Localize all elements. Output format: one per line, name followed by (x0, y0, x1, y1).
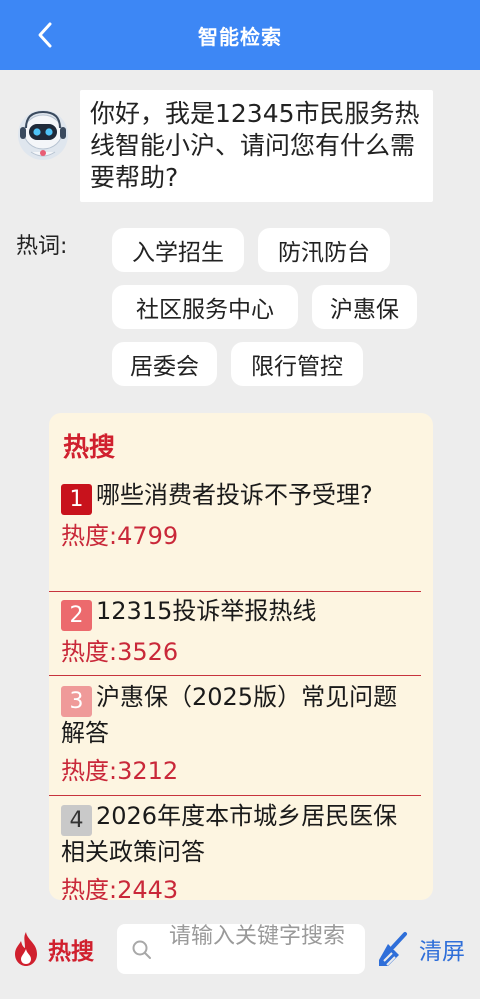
item-divider (49, 795, 421, 796)
hot-search-item[interactable]: 1 哪些消费者投诉不予受理? 热度:4799 (61, 479, 421, 553)
search-placeholder: 请输入关键字搜索 (169, 924, 346, 949)
clear-screen-label: 清屏 (419, 939, 465, 965)
hot-word-chip[interactable]: 社区服务中心 (112, 285, 298, 329)
bottom-input-bar: 热搜 请输入关键字搜索 清屏 (0, 900, 480, 999)
chevron-left-icon (38, 22, 52, 48)
hot-search-title: 热搜 (63, 433, 116, 463)
hot-search-card: 热搜 1 哪些消费者投诉不予受理? 热度:4799 2 12315投诉举报热线 热度… (49, 413, 433, 900)
item-divider (49, 591, 421, 592)
hot-search-button[interactable]: 热搜 (10, 928, 94, 970)
back-button[interactable] (30, 20, 60, 50)
rank-badge: 2 (61, 600, 92, 631)
hot-search-button-label: 热搜 (48, 939, 94, 965)
hot-search-item[interactable]: 4 2026年度本市城乡居民医保相关政策问答 热度:2443 (61, 800, 421, 900)
heat-value: 热度:3212 (61, 757, 179, 785)
page-title: 智能检索 (198, 24, 282, 49)
search-input[interactable]: 请输入关键字搜索 (117, 924, 365, 974)
hot-search-question: 沪惠保（2025版）常见问题解答 (61, 683, 398, 747)
fire-icon (15, 932, 37, 966)
hot-word-chip[interactable]: 防汛防台 (258, 228, 390, 272)
hot-word-chip[interactable]: 入学招生 (112, 228, 244, 272)
hot-words-label: 热词: (16, 234, 68, 259)
hot-word-chip[interactable]: 限行管控 (231, 342, 363, 386)
assistant-greeting-bubble: 你好，我是12345市民服务热线智能小沪、请问您有什么需要帮助? (80, 90, 433, 202)
hot-search-item[interactable]: 2 12315投诉举报热线 热度:3526 (61, 595, 421, 669)
rank-badge: 1 (61, 484, 92, 515)
heat-value: 热度:3526 (61, 638, 179, 666)
hot-search-question: 2026年度本市城乡居民医保相关政策问答 (61, 802, 398, 866)
search-icon (132, 940, 151, 959)
heat-value: 热度:4799 (61, 522, 179, 550)
hot-search-question: 12315投诉举报热线 (96, 597, 317, 625)
clear-screen-button[interactable]: 清屏 (375, 928, 465, 970)
broom-icon (379, 932, 407, 966)
rank-badge: 3 (61, 686, 92, 717)
hot-word-chip[interactable]: 居委会 (112, 342, 217, 386)
robot-assistant-icon (16, 108, 70, 162)
hot-word-chip[interactable]: 沪惠保 (312, 285, 417, 329)
top-header: 智能检索 (0, 0, 480, 70)
hot-search-item[interactable]: 3 沪惠保（2025版）常见问题解答 热度:3212 (61, 681, 421, 788)
app-root: 智能检索 你好，我是12345市民服务热线智能小沪、请问您有什么需要帮助? 热词… (0, 0, 480, 999)
item-divider (49, 675, 421, 676)
heat-value: 热度:2443 (61, 876, 179, 900)
rank-badge: 4 (61, 805, 92, 836)
hot-search-question: 哪些消费者投诉不予受理? (96, 481, 373, 509)
greeting-text: 你好，我是12345市民服务热线智能小沪、请问您有什么需要帮助? (90, 99, 420, 192)
